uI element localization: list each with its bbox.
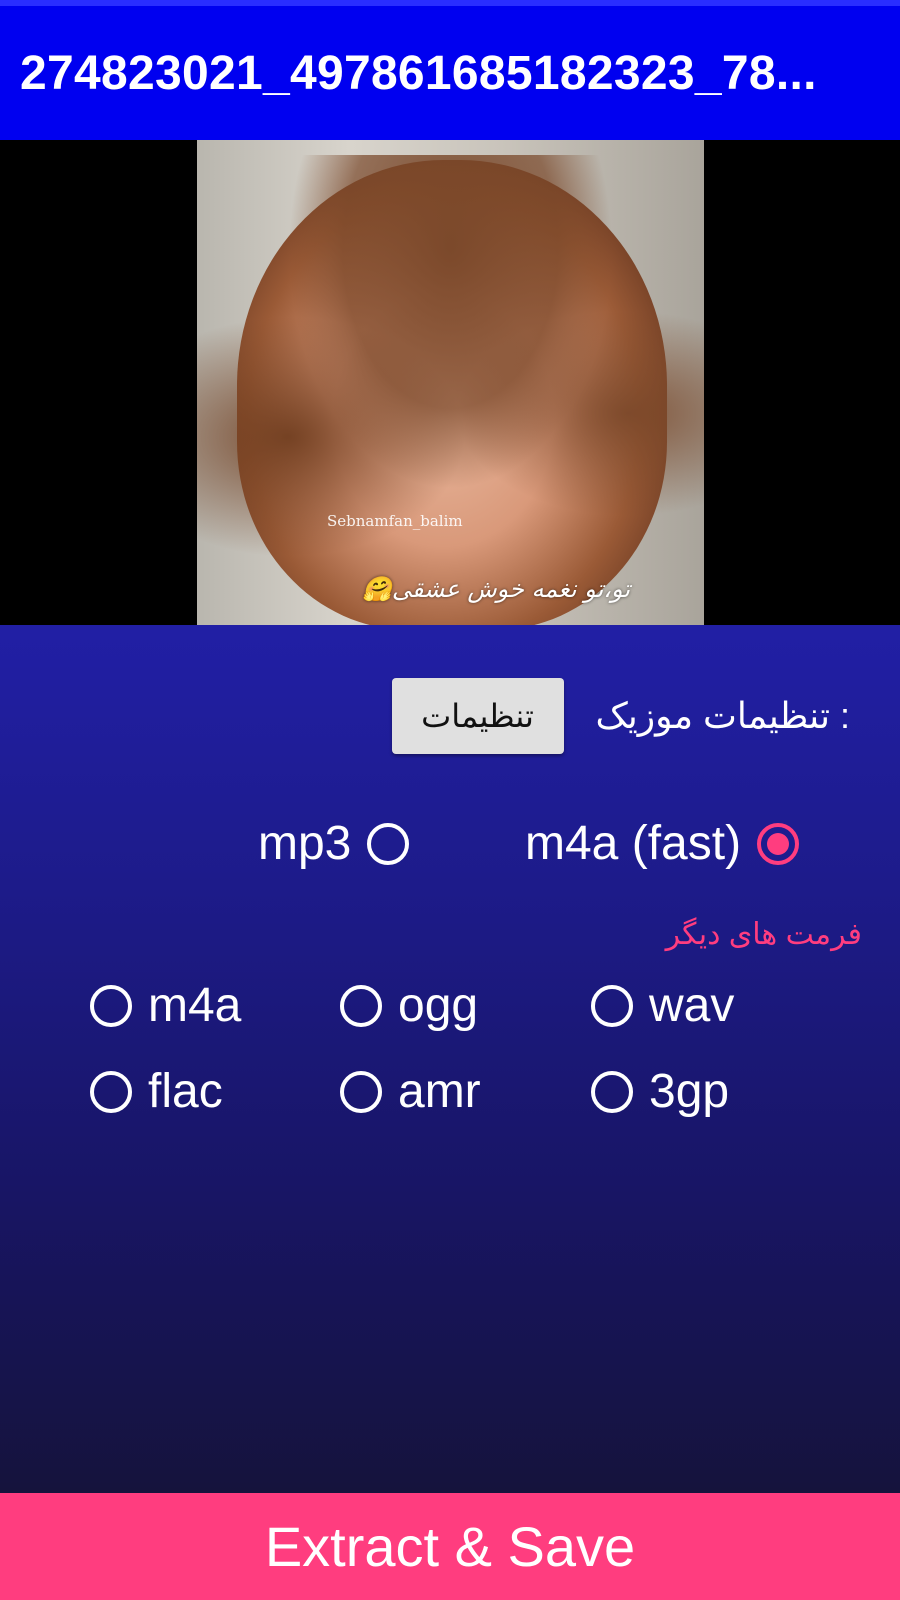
radio-label: flac xyxy=(148,1065,223,1118)
music-settings-label: : تنظیمات موزیک xyxy=(595,695,850,736)
radio-unchecked-icon[interactable] xyxy=(591,1070,633,1113)
video-watermark: Sebnamfan_balim xyxy=(327,512,463,530)
video-preview[interactable]: Sebnamfan_balim تو،تو نغمه خوش عشقی🤗 xyxy=(0,140,900,625)
radio-label: wav xyxy=(649,979,735,1032)
settings-panel: : تنظیمات موزیک تنظیمات m4a (fast) mp3 ف… xyxy=(0,625,900,1493)
radio-amr[interactable]: amr xyxy=(340,1064,481,1119)
other-formats-heading: فرمت های دیگر xyxy=(665,918,862,951)
thumbnail-hair xyxy=(197,155,704,625)
radio-label: ogg xyxy=(398,979,479,1032)
radio-m4a-fast[interactable]: m4a (fast) xyxy=(525,816,800,871)
radio-3gp[interactable]: 3gp xyxy=(591,1064,729,1119)
radio-unchecked-icon[interactable] xyxy=(90,1070,132,1113)
radio-label: amr xyxy=(398,1065,481,1118)
video-thumbnail[interactable]: Sebnamfan_balim تو،تو نغمه خوش عشقی🤗 xyxy=(197,140,704,625)
radio-unchecked-icon[interactable] xyxy=(340,984,382,1027)
music-settings-row: : تنظیمات موزیک تنظیمات xyxy=(391,678,850,754)
settings-button[interactable]: تنظیمات xyxy=(391,678,564,754)
radio-label: 3gp xyxy=(649,1065,730,1118)
radio-unchecked-icon[interactable] xyxy=(90,984,132,1027)
app-bar: 274823021_497861685182323_78... xyxy=(0,6,900,140)
video-caption: تو،تو نغمه خوش عشقی🤗 xyxy=(362,575,631,603)
radio-label: m4a xyxy=(148,979,242,1032)
radio-wav[interactable]: wav xyxy=(591,978,734,1033)
extract-save-button[interactable]: Extract & Save xyxy=(0,1493,900,1600)
radio-checked-icon[interactable] xyxy=(757,822,800,865)
radio-unchecked-icon[interactable] xyxy=(340,1070,382,1113)
file-title: 274823021_497861685182323_78... xyxy=(20,46,817,100)
radio-m4a[interactable]: m4a xyxy=(90,978,241,1033)
radio-flac[interactable]: flac xyxy=(90,1064,223,1119)
radio-label: mp3 xyxy=(258,817,352,870)
radio-label: m4a (fast) xyxy=(525,817,742,870)
radio-unchecked-icon[interactable] xyxy=(367,822,410,865)
radio-unchecked-icon[interactable] xyxy=(591,984,633,1027)
radio-mp3[interactable]: mp3 xyxy=(258,816,410,871)
radio-ogg[interactable]: ogg xyxy=(340,978,478,1033)
